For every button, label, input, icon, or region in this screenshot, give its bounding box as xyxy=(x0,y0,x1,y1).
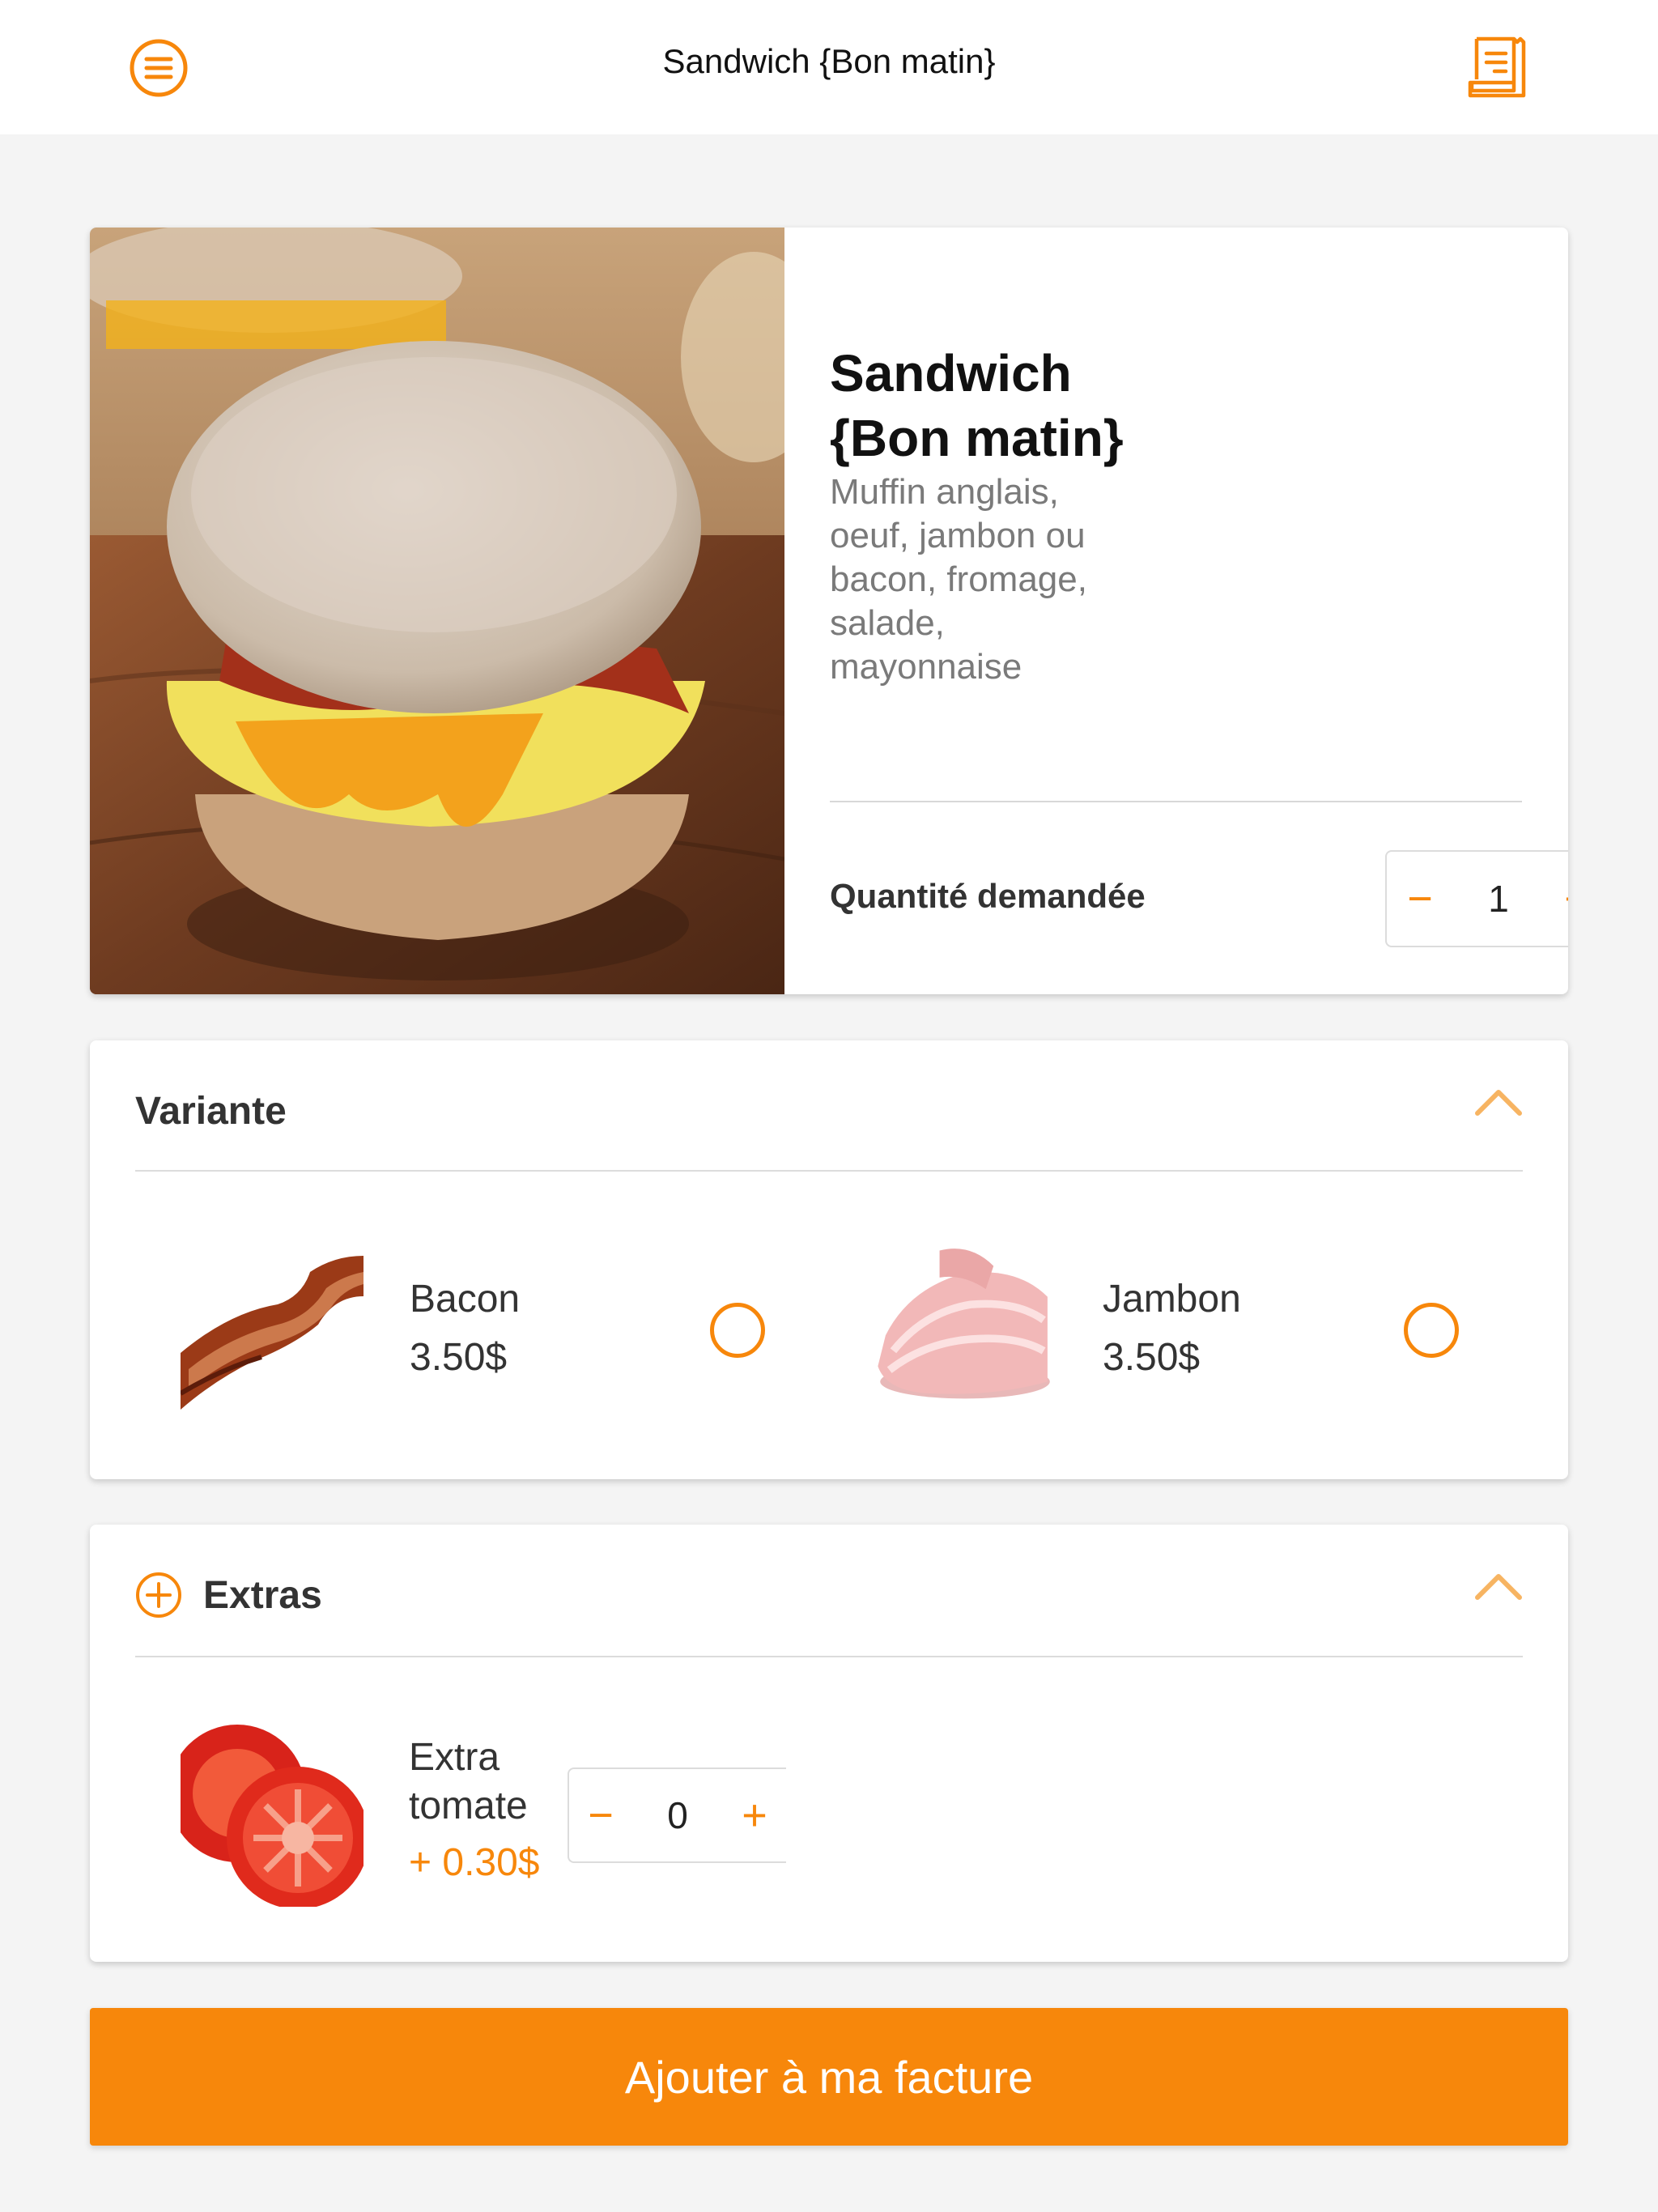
top-bar: Sandwich {Bon matin} xyxy=(0,0,1658,134)
product-card: Sandwich {Bon matin} Muffin anglais, oeu… xyxy=(90,228,1568,994)
product-name: Sandwich {Bon matin} xyxy=(830,344,1124,467)
divider xyxy=(135,1170,1523,1172)
add-to-bill-button[interactable]: Ajouter à ma facture xyxy=(90,2008,1568,2146)
extra-quantity-value: 0 xyxy=(667,1794,688,1836)
increase-quantity-button[interactable]: + xyxy=(1549,852,1568,946)
increase-extra-button[interactable]: + xyxy=(726,1769,783,1861)
quantity-label: Quantité demandée xyxy=(830,877,1146,915)
radio-jambon[interactable] xyxy=(1404,1303,1459,1358)
decrease-quantity-button[interactable]: − xyxy=(1392,852,1448,946)
extras-section: Extras Extra tomate + 0.30$ − 0 + xyxy=(90,1525,1568,1962)
product-description: Muffin anglais, oeuf, jambon ou bacon, f… xyxy=(830,472,1087,687)
quantity-value: 1 xyxy=(1488,878,1509,920)
extra-quantity-stepper: − 0 + xyxy=(568,1767,786,1863)
chevron-up-icon[interactable] xyxy=(1473,1081,1524,1121)
ham-image xyxy=(878,1249,1050,1399)
quantity-stepper: − 1 + xyxy=(1385,850,1568,947)
divider xyxy=(135,1656,1523,1657)
receipt-icon[interactable] xyxy=(1464,34,1530,100)
chevron-up-icon[interactable] xyxy=(1473,1565,1524,1606)
variant-price: 3.50$ xyxy=(410,1336,508,1379)
variant-price: 3.50$ xyxy=(1103,1336,1201,1379)
section-title-variant: Variante xyxy=(135,1090,287,1133)
page-title: Sandwich {Bon matin} xyxy=(662,42,996,80)
product-photo xyxy=(90,228,784,994)
tomato-image xyxy=(181,1725,363,1907)
variant-name: Bacon xyxy=(410,1278,521,1321)
product-info: Sandwich {Bon matin} Muffin anglais, oeu… xyxy=(830,228,1568,994)
divider xyxy=(830,801,1522,802)
extra-price: + 0.30$ xyxy=(409,1841,540,1884)
section-title-extras: Extras xyxy=(203,1574,322,1617)
add-circle-icon[interactable] xyxy=(135,1572,182,1619)
variant-name: Jambon xyxy=(1103,1278,1241,1321)
variant-section: Variante Bacon 3.50$ Jambon 3.50$ xyxy=(90,1040,1568,1479)
radio-bacon[interactable] xyxy=(710,1303,765,1358)
extra-name: Extra tomate xyxy=(409,1736,528,1827)
decrease-extra-button[interactable]: − xyxy=(572,1769,629,1861)
bacon-image xyxy=(181,1256,363,1410)
